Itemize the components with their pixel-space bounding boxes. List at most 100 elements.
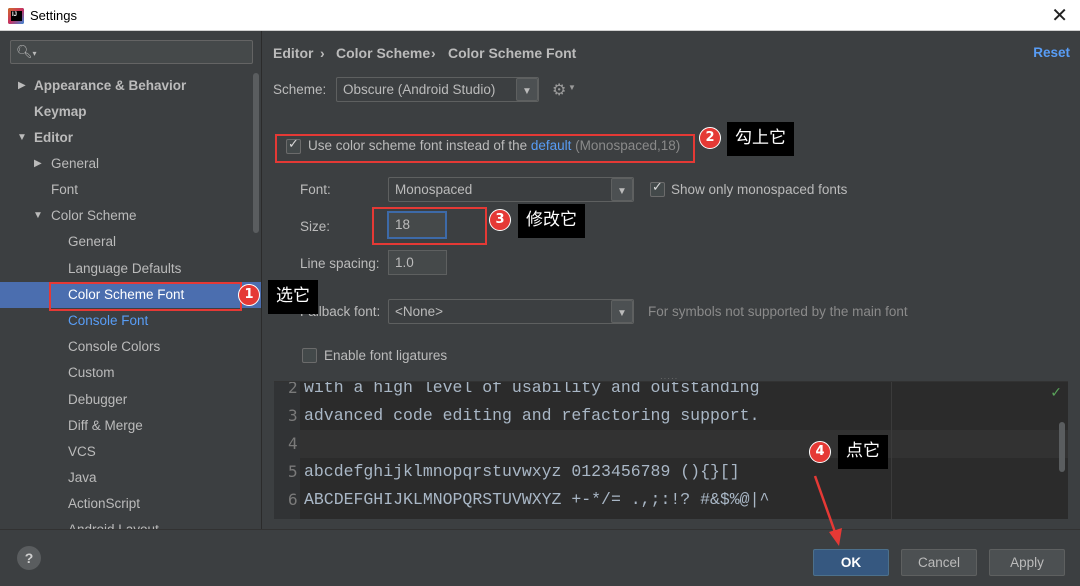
dialog-button-bar: ? OK Cancel Apply [0,529,1080,586]
preview-scrollbar[interactable] [1059,422,1065,472]
apply-button[interactable]: Apply [989,549,1065,576]
sidebar-item-editor[interactable]: ▼ Editor [0,125,261,151]
use-scheme-font-text: Use color scheme font instead of the [308,138,531,153]
show-monospaced-label: Show only monospaced fonts [671,182,848,197]
font-select-value: Monospaced [395,182,473,197]
size-input[interactable]: 18 [387,211,447,239]
sidebar-item-android-layout[interactable]: Android Layout [0,517,261,529]
intellij-app-icon [8,8,24,24]
fallback-font-hint: For symbols not supported by the main fo… [648,304,908,319]
caret-line-highlight [300,430,1068,458]
gear-icon[interactable]: ⚙ [552,80,566,100]
annotation-badge-1: 1 [238,284,260,306]
font-preview-editor[interactable]: 2 with a high level of usability and out… [274,381,1068,519]
window-title: Settings [30,8,77,23]
sidebar-item-keymap[interactable]: Keymap [0,99,261,125]
sidebar-item-label: Editor [34,130,73,145]
sidebar-item-label: Diff & Merge [68,418,143,433]
annotation-callout-4: 点它 [838,435,888,469]
ok-button[interactable]: OK [813,549,889,576]
chevron-down-icon: ▼ [516,78,538,101]
chevron-down-icon: ▼ [611,300,633,323]
sidebar-item-debugger[interactable]: Debugger [0,387,261,413]
inspection-ok-icon: ✓ [1050,385,1062,401]
line-number: 3 [288,406,298,425]
sidebar-item-label: General [68,234,117,249]
sidebar-item-color-scheme-general[interactable]: General [0,229,261,255]
sidebar-item-label: Keymap [34,104,87,119]
annotation-callout-1: 选它 [268,280,318,314]
sidebar-item-appearance[interactable]: ▶ Appearance & Behavior [0,73,261,99]
chevron-right-icon: ▶ [34,158,42,169]
sidebar-item-java[interactable]: Java [0,465,261,491]
sidebar-item-diff-merge[interactable]: Diff & Merge [0,413,261,439]
sidebar-item-label: Appearance & Behavior [34,78,187,93]
chevron-down-icon: ▼ [17,132,27,143]
sidebar-item-label: Console Colors [68,339,161,354]
show-monospaced-checkbox[interactable] [650,180,665,197]
settings-sidebar: 🔍︎▾ ▶ Appearance & Behavior Keymap ▼ Edi… [0,31,262,529]
scheme-label: Scheme: [273,82,327,97]
sidebar-item-color-scheme[interactable]: ▼ Color Scheme [0,203,261,229]
breadcrumb-editor[interactable]: Editor [273,45,313,61]
font-select[interactable]: Monospaced ▼ [388,177,634,202]
settings-search-input[interactable]: 🔍︎▾ [10,40,253,64]
title-bar: Settings ✕ [0,0,1080,31]
line-spacing-input[interactable]: 1.0 [388,250,447,275]
help-button[interactable]: ? [17,546,41,570]
annotation-callout-3: 修改它 [518,204,585,238]
line-number: 4 [288,434,298,453]
fallback-font-select[interactable]: <None> ▼ [388,299,634,324]
sidebar-item-label: Java [68,470,97,485]
sidebar-item-label: Color Scheme [51,208,137,223]
line-number: 2 [288,381,298,397]
sidebar-item-label: Language Defaults [68,261,182,276]
fallback-font-value: <None> [395,304,444,319]
scheme-select-value: Obscure (Android Studio) [343,82,496,97]
breadcrumb-color-scheme-font: Color Scheme Font [448,45,577,61]
line-number: 6 [288,490,298,509]
code-line: with a high level of usability and outst… [304,381,760,397]
reset-link[interactable]: Reset [1033,45,1070,60]
use-scheme-font-checkbox[interactable] [286,137,301,154]
chevron-down-icon: ▼ [611,178,633,201]
annotation-badge-4: 4 [809,441,831,463]
code-line: advanced code editing and refactoring su… [304,406,760,425]
sidebar-item-general[interactable]: ▶ General [0,151,261,177]
sidebar-item-label: VCS [68,444,96,459]
sidebar-item-label: Custom [68,365,115,380]
font-label: Font: [300,182,331,197]
chevron-down-icon: ▼ [568,83,576,92]
font-ligatures-checkbox[interactable] [302,348,317,363]
sidebar-item-label: ActionScript [68,496,141,511]
breadcrumb-separator: › [431,45,436,61]
chevron-right-icon: ▶ [18,80,26,91]
sidebar-item-font[interactable]: Font [0,177,261,203]
code-line: ABCDEFGHIJKLMNOPQRSTUVWXYZ +-*/= .,;:!? … [304,490,770,509]
sidebar-item-label: Console Font [68,313,149,328]
breadcrumb-separator: › [320,45,325,61]
sidebar-item-label: General [51,156,100,171]
right-margin-line [891,382,892,519]
breadcrumb-color-scheme[interactable]: Color Scheme [336,45,430,61]
sidebar-item-label: Android Layout [68,517,159,529]
close-icon[interactable]: ✕ [1051,5,1068,25]
sidebar-item-label: Debugger [68,392,128,407]
default-link[interactable]: default [531,138,572,153]
sidebar-item-actionscript[interactable]: ActionScript [0,491,261,517]
annotation-callout-2: 勾上它 [727,122,794,156]
sidebar-item-console-colors[interactable]: Console Colors [0,334,261,360]
scheme-select[interactable]: Obscure (Android Studio) ▼ [336,77,539,102]
sidebar-item-custom[interactable]: Custom [0,360,261,386]
search-icon: 🔍︎▾ [16,44,37,59]
sidebar-item-console-font[interactable]: Console Font [0,308,261,334]
size-label: Size: [300,219,331,234]
font-ligatures-label: Enable font ligatures [324,348,448,363]
sidebar-item-vcs[interactable]: VCS [0,439,261,465]
code-line: abcdefghijklmnopqrstuvwxyz 0123456789 ()… [304,462,740,481]
sidebar-item-language-defaults[interactable]: Language Defaults [0,256,261,282]
settings-main-panel: Editor › Color Scheme › Color Scheme Fon… [262,31,1080,529]
cancel-button[interactable]: Cancel [901,549,977,576]
annotation-frame-1 [49,282,242,311]
line-spacing-label: Line spacing: [300,256,380,271]
